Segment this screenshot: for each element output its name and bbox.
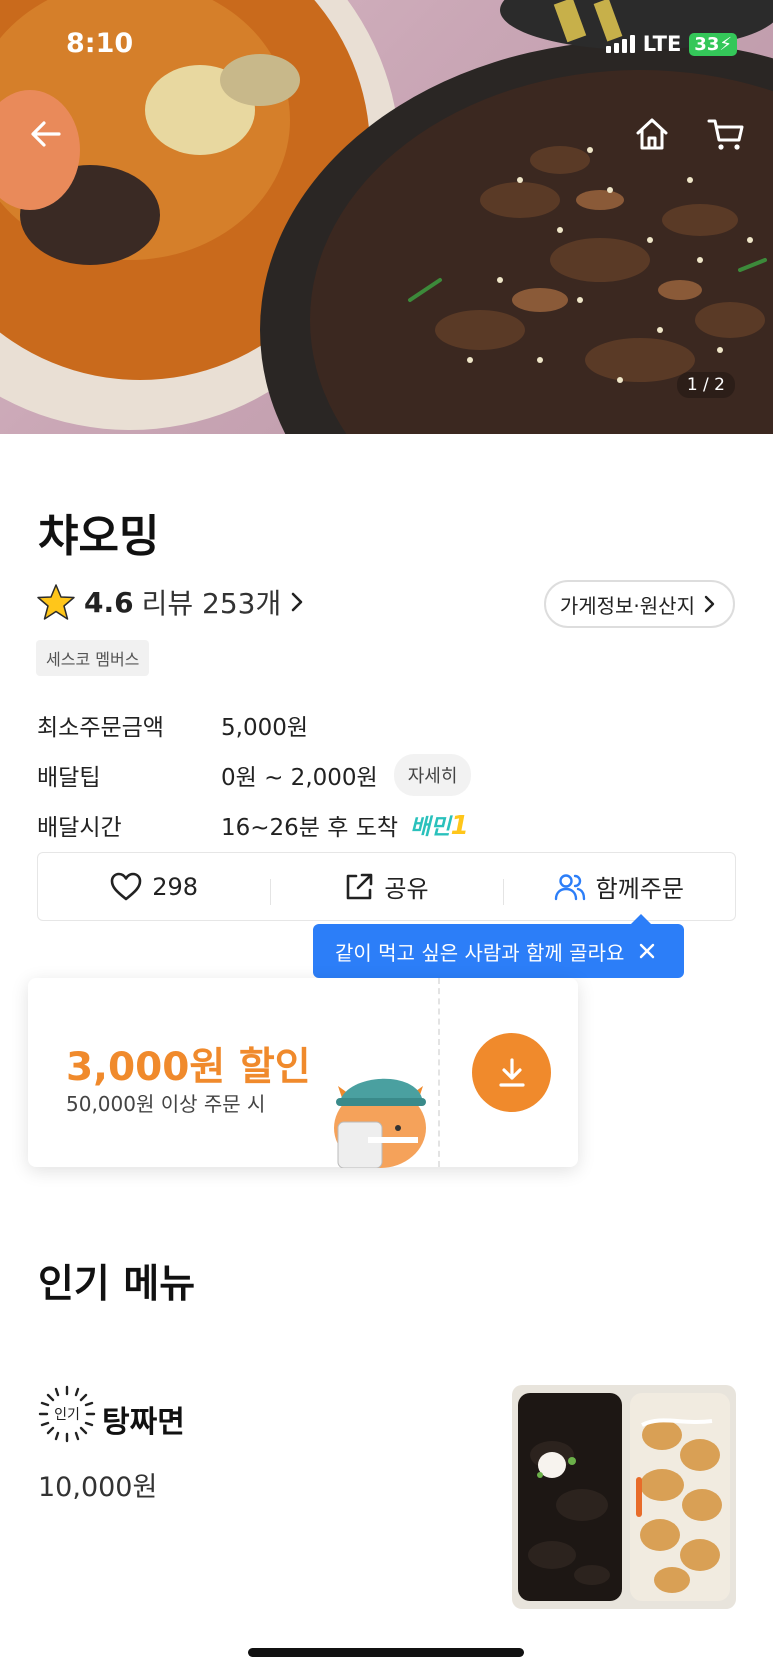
delivery-time-label: 배달시간 bbox=[37, 815, 122, 841]
like-count: 298 bbox=[152, 872, 199, 901]
share-button[interactable]: 공유 bbox=[270, 869, 502, 905]
delivery-tip-value: 0원 ~ 2,000원 bbox=[221, 765, 378, 791]
signal-icon bbox=[605, 35, 635, 53]
min-order-value: 5,000원 bbox=[221, 715, 309, 741]
menu-item[interactable]: 인기 탕짜면 10,000원 bbox=[38, 1385, 736, 1610]
mascot-cat-icon bbox=[334, 1078, 426, 1168]
like-button[interactable]: 298 bbox=[38, 872, 270, 902]
popular-menu-title: 인기 메뉴 bbox=[38, 1262, 196, 1307]
heart-icon bbox=[110, 872, 142, 900]
coupon-divider bbox=[438, 978, 440, 1167]
delivery-tip-row: 배달팁 0원 ~ 2,000원 자세히 bbox=[37, 750, 472, 800]
home-button[interactable] bbox=[628, 110, 676, 158]
popular-badge: 인기 bbox=[38, 1385, 96, 1443]
home-icon bbox=[636, 118, 668, 150]
star-icon bbox=[37, 584, 75, 620]
battery-icon: 33⚡ bbox=[689, 32, 737, 56]
group-order-button[interactable]: 함께주문 bbox=[502, 869, 735, 905]
chevron-right-icon bbox=[704, 595, 715, 613]
store-info-button[interactable]: 가게정보·원산지 bbox=[543, 580, 735, 628]
menu-name: 탕짜면 bbox=[102, 1405, 185, 1440]
back-button[interactable] bbox=[22, 110, 70, 158]
image-counter: 1 / 2 bbox=[676, 372, 735, 398]
menu-price: 10,000원 bbox=[38, 1472, 158, 1503]
delivery-time-value: 16~26분 후 도착 bbox=[221, 815, 399, 841]
delivery-info: 최소주문금액 5,000원 배달팁 0원 ~ 2,000원 자세히 배달시간 1… bbox=[37, 700, 472, 850]
store-info-label: 가게정보·원산지 bbox=[559, 593, 695, 618]
home-indicator bbox=[248, 1648, 524, 1657]
coupon-card[interactable]: 3,000원 할인 50,000원 이상 주문 시 bbox=[28, 978, 578, 1168]
min-order-row: 최소주문금액 5,000원 bbox=[37, 700, 471, 750]
tooltip-text: 같이 먹고 싶은 사람과 함께 골라요 bbox=[335, 940, 625, 965]
download-icon bbox=[498, 1057, 525, 1087]
status-time: 8:10 bbox=[66, 28, 134, 59]
coupon-condition: 50,000원 이상 주문 시 bbox=[66, 1092, 266, 1116]
coupon-download-button[interactable] bbox=[472, 1033, 551, 1112]
store-name: 챠오밍 bbox=[38, 511, 160, 562]
network-label: LTE bbox=[642, 32, 682, 56]
baemin1-logo: 배민1 bbox=[410, 811, 469, 841]
delivery-tip-label: 배달팁 bbox=[37, 765, 101, 791]
share-label: 공유 bbox=[384, 875, 429, 903]
status-indicators: LTE 33⚡ bbox=[605, 32, 737, 56]
badge-burst-icon: 인기 bbox=[38, 1385, 96, 1443]
popular-badge-label: 인기 bbox=[54, 1407, 80, 1423]
menu-photo bbox=[512, 1385, 736, 1609]
cart-icon bbox=[707, 119, 744, 150]
delivery-tip-detail-button[interactable]: 자세히 bbox=[393, 754, 472, 796]
food-photo bbox=[0, 0, 773, 434]
member-badge: 세스코 멤버스 bbox=[36, 640, 150, 676]
min-order-label: 최소주문금액 bbox=[37, 715, 164, 741]
menu-thumbnail bbox=[512, 1385, 736, 1609]
delivery-time-row: 배달시간 16~26분 후 도착 배민1 bbox=[37, 800, 471, 850]
group-order-tooltip: 같이 먹고 싶은 사람과 함께 골라요 bbox=[313, 914, 684, 978]
share-icon bbox=[347, 873, 373, 899]
rating-score: 4.6 bbox=[84, 585, 134, 619]
cart-button[interactable] bbox=[702, 110, 750, 158]
chevron-right-icon bbox=[291, 592, 303, 612]
rating-row[interactable]: 4.6 리뷰 253개 bbox=[36, 582, 305, 622]
coupon-amount: 3,000원 할인 bbox=[66, 1045, 311, 1090]
close-icon[interactable] bbox=[638, 942, 656, 960]
action-bar: 298 공유 함께주문 bbox=[37, 852, 736, 921]
people-icon bbox=[554, 873, 585, 900]
review-count: 리뷰 253개 bbox=[141, 587, 282, 620]
hero-image[interactable]: 8:10 LTE 33⚡ 1 / 2 bbox=[0, 0, 773, 434]
group-order-label: 함께주문 bbox=[595, 875, 684, 903]
arrow-left-icon bbox=[31, 121, 61, 147]
